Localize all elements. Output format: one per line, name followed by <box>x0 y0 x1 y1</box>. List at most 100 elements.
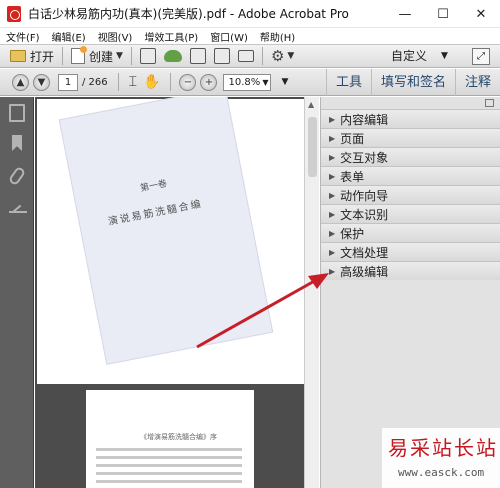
chevron-down-icon: ▼ <box>116 51 123 61</box>
hand-icon[interactable]: ✋ <box>143 74 160 90</box>
arrow-up-icon: ▲ <box>16 76 25 88</box>
chevron-down-icon: ▼ <box>262 77 269 87</box>
title-bar: 白话少林易筋内功(真本)(完美版).pdf - Adobe Acrobat Pr… <box>0 0 500 28</box>
print-icon <box>189 48 206 64</box>
signature-icon[interactable] <box>9 201 27 213</box>
section-label: 表单 <box>340 169 365 184</box>
bookmark-icon[interactable] <box>12 135 22 151</box>
menu-file[interactable]: 文件(F) <box>6 29 40 44</box>
select-cursor-icon[interactable]: ⌶ <box>129 74 137 90</box>
section-label: 交互对象 <box>340 150 389 165</box>
panel-menu-icon[interactable] <box>485 99 494 107</box>
text-line <box>96 448 242 451</box>
toolbar-divider <box>170 73 172 91</box>
minimize-button[interactable]: — <box>386 0 424 28</box>
customize-button[interactable]: 自定义 <box>391 47 427 64</box>
panel-section-action-wizard[interactable]: ▶ 动作向导 <box>321 185 500 204</box>
page-down-button[interactable]: ▼ <box>33 73 50 91</box>
gear-icon: ⚙ <box>270 47 285 65</box>
pdf-page: 第一卷 演说易筋洗髓合编 <box>37 97 304 384</box>
chevron-down-icon: ▼ <box>287 51 295 61</box>
tab-tools[interactable]: 工具 <box>325 69 371 96</box>
menu-plugins[interactable]: 增效工具(P) <box>144 29 198 44</box>
expand-triangle-icon: ▶ <box>329 171 336 181</box>
create-button[interactable]: 创建 ▼ <box>67 45 127 67</box>
page-number-input[interactable]: 1 <box>58 73 78 91</box>
zoom-select[interactable]: 10.8% ▼ <box>223 73 272 91</box>
menu-window[interactable]: 窗口(W) <box>210 29 248 44</box>
panel-section-content-edit[interactable]: ▶ 内容编辑 <box>321 109 500 128</box>
chevron-down-icon[interactable]: ▼ <box>281 77 288 87</box>
zoom-in-button[interactable]: + <box>200 73 218 91</box>
expand-triangle-icon: ▶ <box>329 266 336 276</box>
section-label: 保护 <box>340 226 365 241</box>
expand-triangle-icon: ▶ <box>329 133 336 143</box>
expand-triangle-icon: ▶ <box>329 228 336 238</box>
plus-icon: + <box>204 76 214 88</box>
arrow-down-icon: ▼ <box>37 76 46 88</box>
zoom-out-button[interactable]: − <box>179 73 197 91</box>
panel-section-text-recognition[interactable]: ▶ 文本识别 <box>321 204 500 223</box>
navigation-pane <box>0 97 34 488</box>
scrollbar-thumb[interactable] <box>308 117 317 177</box>
vertical-scrollbar[interactable]: ▲ <box>304 97 319 488</box>
text-line <box>96 456 242 459</box>
toolbar-divider <box>261 47 263 65</box>
page-total: / 266 <box>82 76 108 88</box>
tab-comment[interactable]: 注释 <box>454 69 500 96</box>
panel-section-pages[interactable]: ▶ 页面 <box>321 128 500 147</box>
menu-edit[interactable]: 编辑(E) <box>52 29 86 44</box>
section-label: 文本识别 <box>340 207 389 222</box>
close-button[interactable]: ✕ <box>462 0 500 28</box>
folder-icon <box>10 50 26 62</box>
email-button[interactable] <box>234 45 258 67</box>
cloud-button[interactable] <box>160 45 186 67</box>
panel-section-document-processing[interactable]: ▶ 文档处理 <box>321 242 500 261</box>
window-title: 白话少林易筋内功(真本)(完美版).pdf - Adobe Acrobat Pr… <box>28 7 349 21</box>
section-label: 高级编辑 <box>340 264 389 279</box>
navigation-toolbar: ▲ ▼ 1 / 266 ⌶ ✋ − + 10.8% ▼ ▼ 工具 填写和签名 注… <box>0 69 500 96</box>
panel-section-advanced-editing[interactable]: ▶ 高级编辑 <box>321 261 500 280</box>
settings-button[interactable]: ⚙ ▼ <box>267 45 298 67</box>
document-view[interactable]: 第一卷 演说易筋洗髓合编 《增演易筋洗髓合编》序 <box>35 97 304 488</box>
save-button[interactable] <box>136 45 160 67</box>
create-pdf-icon <box>71 46 88 64</box>
page-up-button[interactable]: ▲ <box>12 73 29 91</box>
section-label: 页面 <box>340 131 365 146</box>
volume-label: 第一卷 <box>139 179 168 195</box>
scroll-up-icon[interactable]: ▲ <box>308 100 314 109</box>
expand-triangle-icon: ▶ <box>329 247 336 257</box>
open-button[interactable]: 打开 <box>6 45 58 67</box>
print-button[interactable] <box>186 45 210 67</box>
menu-help[interactable]: 帮助(H) <box>260 29 295 44</box>
panel-section-protection[interactable]: ▶ 保护 <box>321 223 500 242</box>
panel-options <box>321 97 500 109</box>
tab-fill-sign[interactable]: 填写和签名 <box>370 69 455 96</box>
expand-triangle-icon: ▶ <box>329 152 336 162</box>
expand-triangle-icon: ▶ <box>329 209 336 219</box>
edit-button[interactable] <box>210 45 234 67</box>
menu-view[interactable]: 视图(V) <box>98 29 133 44</box>
zoom-value: 10.8% <box>228 76 261 88</box>
section-label: 文档处理 <box>340 245 389 260</box>
text-line <box>96 480 242 483</box>
toolbar-divider <box>117 73 119 91</box>
main-toolbar: 打开 创建 ▼ ⚙ ▼ 自定义 ▼ ⤢ <box>0 44 500 68</box>
panel-section-interactive-objects[interactable]: ▶ 交互对象 <box>321 147 500 166</box>
edit-icon <box>213 48 230 64</box>
save-icon <box>139 48 156 64</box>
attachment-icon[interactable] <box>7 165 27 187</box>
chevron-down-icon: ▼ <box>441 51 448 61</box>
task-tabs: 工具 填写和签名 注释 <box>325 69 500 96</box>
panel-section-forms[interactable]: ▶ 表单 <box>321 166 500 185</box>
section-label: 动作向导 <box>340 188 389 203</box>
scanned-cover: 第一卷 演说易筋洗髓合编 <box>58 97 274 365</box>
window-controls: — ☐ ✕ <box>386 0 500 28</box>
create-label: 创建 <box>89 49 114 64</box>
expand-triangle-icon: ▶ <box>329 114 336 124</box>
watermark-name: 易采站长站 <box>388 436 498 460</box>
maximize-button[interactable]: ☐ <box>424 0 462 28</box>
page-thumbnails-icon[interactable] <box>9 104 25 122</box>
expand-icon[interactable]: ⤢ <box>472 48 490 65</box>
mail-icon <box>237 50 254 62</box>
